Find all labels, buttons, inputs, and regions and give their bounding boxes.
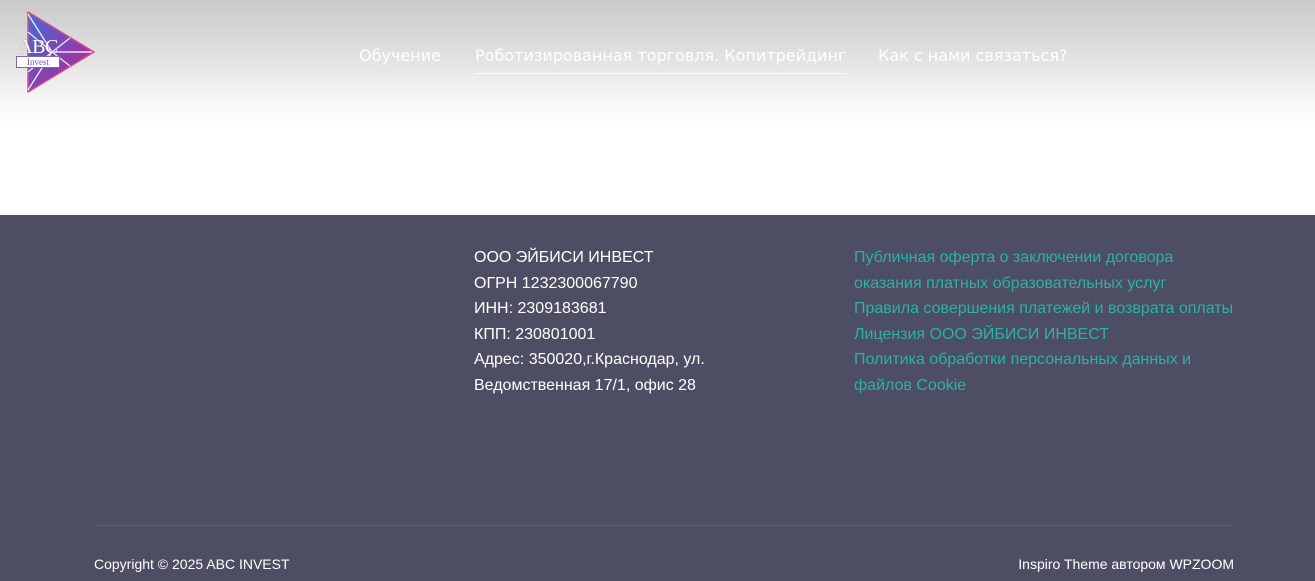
link-public-offer[interactable]: Публичная оферта о заключении договора о… bbox=[854, 245, 1184, 296]
footer-links: Публичная оферта о заключении договора о… bbox=[854, 245, 1254, 399]
site-footer: ООО ЭЙБИСИ ИНВЕСТ ОГРН 1232300067790 ИНН… bbox=[0, 215, 1315, 581]
copyright-text: Copyright © 2025 ABC INVEST bbox=[94, 556, 290, 572]
nav-item-contact[interactable]: Как с нами связаться? bbox=[878, 44, 1067, 74]
theme-credit[interactable]: Inspiro Theme автором WPZOOM bbox=[1018, 556, 1234, 572]
link-privacy-policy[interactable]: Политика обработки персональных данных и… bbox=[854, 347, 1204, 398]
company-info: ООО ЭЙБИСИ ИНВЕСТ ОГРН 1232300067790 ИНН… bbox=[474, 245, 794, 399]
footer-divider bbox=[94, 525, 1234, 526]
link-license[interactable]: Лицензия ООО ЭЙБИСИ ИНВЕСТ bbox=[854, 322, 1254, 348]
company-kpp: КПП: 230801001 bbox=[474, 325, 596, 343]
company-address-line-1: Адрес: 350020,г.Краснодар, ул. bbox=[474, 351, 705, 369]
company-address-line-2: Ведомственная 17/1, офис 28 bbox=[474, 376, 696, 394]
company-ogrn: ОГРН 1232300067790 bbox=[474, 274, 638, 292]
site-header: ABC Invest Обучение Роботизированная тор… bbox=[0, 0, 1315, 215]
main-nav: Обучение Роботизированная торговля. Копи… bbox=[0, 44, 1315, 74]
nav-item-training[interactable]: Обучение bbox=[359, 44, 441, 74]
link-payment-rules[interactable]: Правила совершения платежей и возврата о… bbox=[854, 296, 1254, 322]
company-inn: ИНН: 2309183681 bbox=[474, 300, 607, 318]
company-name: ООО ЭЙБИСИ ИНВЕСТ bbox=[474, 249, 654, 266]
nav-item-robotic-trading[interactable]: Роботизированная торговля. Копитрейдинг bbox=[475, 44, 847, 74]
